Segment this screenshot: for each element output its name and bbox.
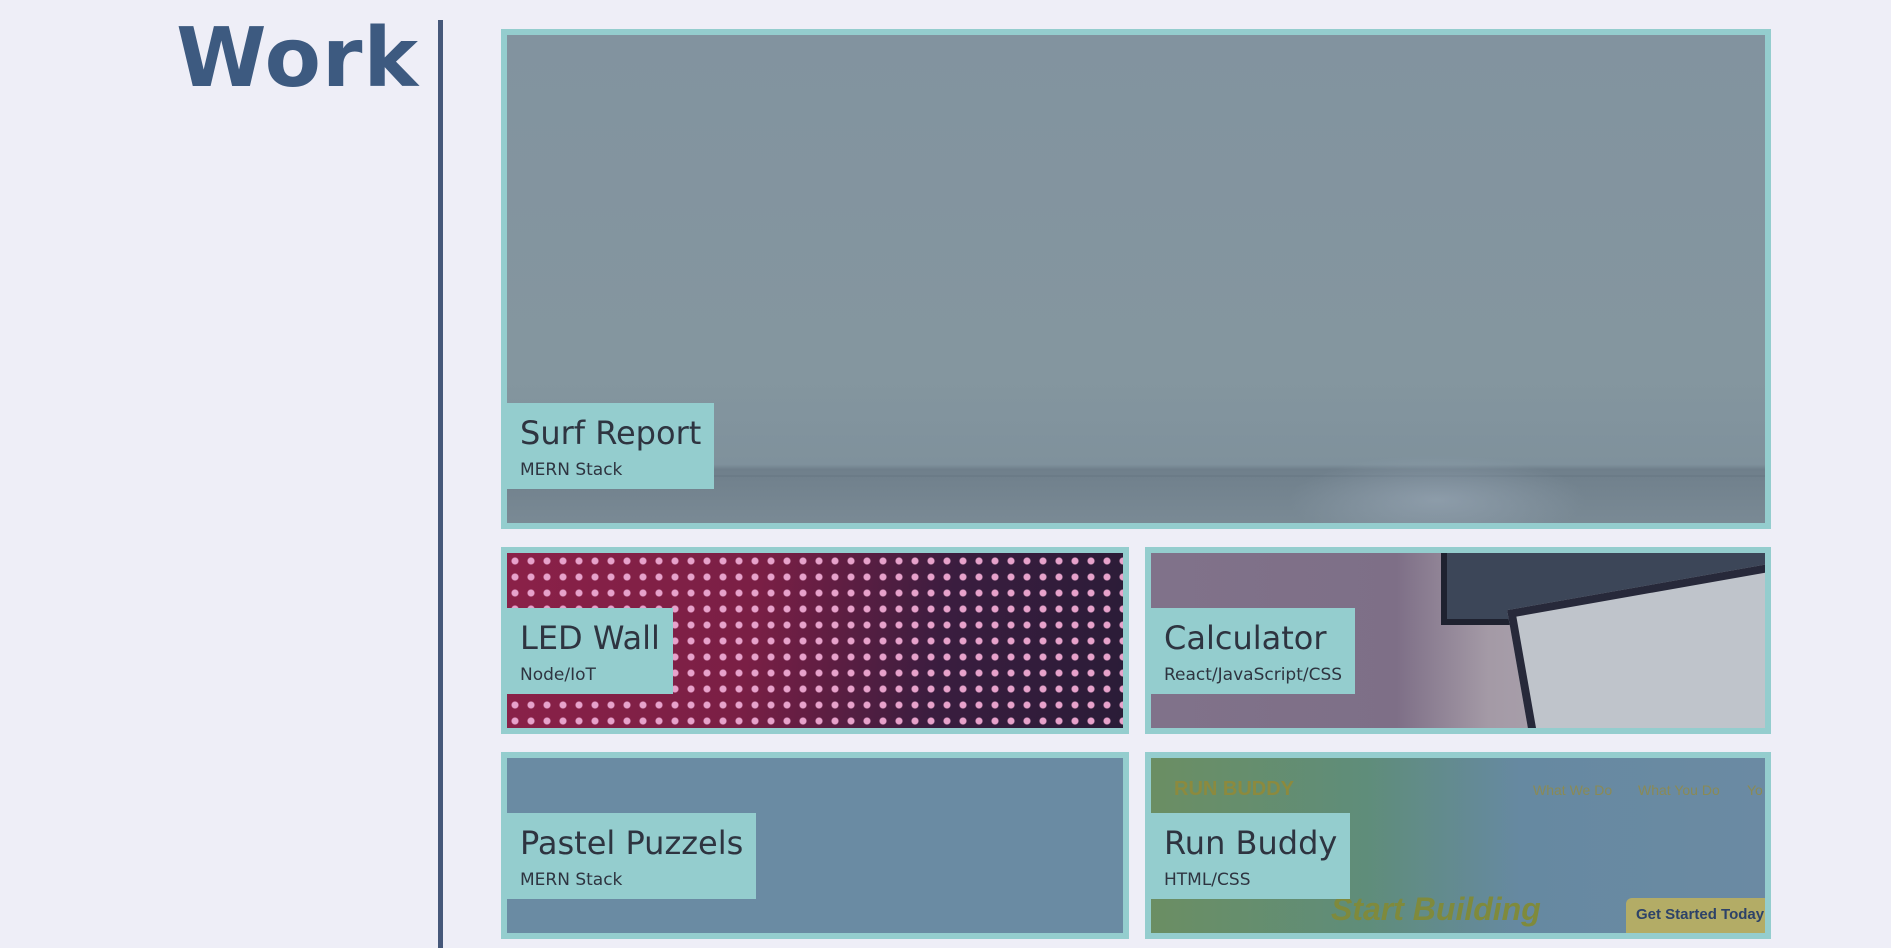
project-title: Calculator <box>1164 619 1327 657</box>
project-card-led-wall[interactable]: LED Wall Node/IoT <box>501 547 1129 734</box>
section-divider <box>438 20 443 948</box>
project-title: Pastel Puzzels <box>520 824 744 862</box>
project-stack: MERN Stack <box>520 869 623 890</box>
project-caption: Calculator React/JavaScript/CSS <box>1151 608 1356 695</box>
project-title: LED Wall <box>520 619 660 657</box>
project-stack: Node/IoT <box>520 664 596 685</box>
project-caption: Surf Report MERN Stack <box>507 403 715 490</box>
project-caption: LED Wall Node/IoT <box>507 608 673 695</box>
preview-hero-text: Start Building <box>1331 891 1541 927</box>
page: Work Surf Report MERN Stack LED Wall Nod… <box>0 0 1891 948</box>
project-card-calculator[interactable]: Calculator React/JavaScript/CSS <box>1145 547 1771 734</box>
project-card-run-buddy[interactable]: RUN BUDDY What We Do What You Do Yo Star… <box>1145 752 1771 939</box>
project-stack: MERN Stack <box>520 459 623 480</box>
project-title: Surf Report <box>520 414 702 452</box>
project-card-surf-report[interactable]: Surf Report MERN Stack <box>501 29 1771 529</box>
project-caption: Pastel Puzzels MERN Stack <box>507 813 757 900</box>
project-stack: React/JavaScript/CSS <box>1164 664 1343 685</box>
project-card-pastel-puzzels[interactable]: Pastel Puzzels MERN Stack <box>501 752 1129 939</box>
preview-cta: Get Started Today <box>1626 898 1765 933</box>
preview-nav-item: What We Do <box>1533 782 1613 798</box>
project-caption: Run Buddy HTML/CSS <box>1151 813 1351 900</box>
section-title: Work <box>176 11 419 106</box>
preview-logo: RUN BUDDY <box>1174 778 1294 800</box>
project-title: Run Buddy <box>1164 824 1338 862</box>
preview-nav-item: Yo <box>1747 782 1763 798</box>
preview-nav-item: What You Do <box>1638 782 1720 798</box>
ocean-spray <box>1287 455 1587 523</box>
project-stack: HTML/CSS <box>1164 869 1251 890</box>
